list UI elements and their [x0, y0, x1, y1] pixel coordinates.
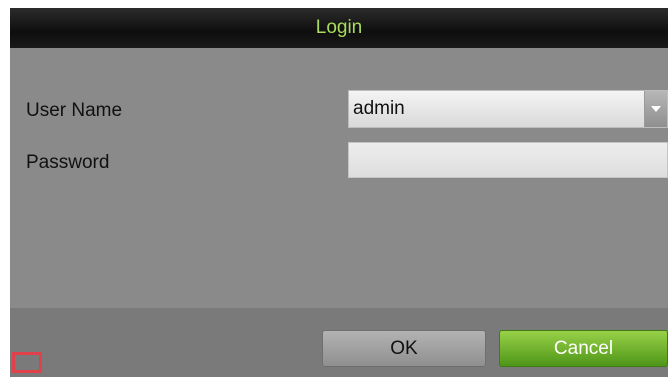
- chevron-down-icon[interactable]: [644, 91, 667, 127]
- cancel-button[interactable]: Cancel: [499, 330, 668, 367]
- highlight-marker: [12, 352, 42, 373]
- password-label: Password: [26, 152, 110, 173]
- user-name-select[interactable]: admin: [348, 90, 668, 128]
- dialog-footer: OK Cancel: [10, 308, 668, 377]
- user-name-value: admin: [353, 98, 405, 119]
- user-name-label: User Name: [26, 100, 123, 121]
- ok-button[interactable]: OK: [322, 330, 486, 367]
- password-field[interactable]: [348, 142, 668, 178]
- dialog-titlebar: Login: [10, 8, 668, 48]
- dialog-title: Login: [315, 17, 363, 38]
- login-dialog: Login User Name admin Password OK Cancel: [10, 8, 668, 377]
